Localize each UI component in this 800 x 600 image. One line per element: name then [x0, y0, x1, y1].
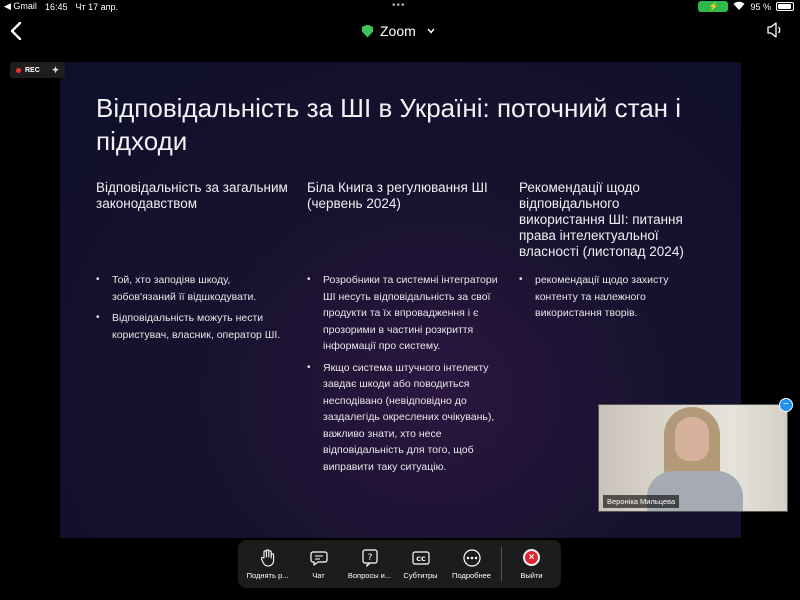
back-chevron-icon[interactable]	[10, 20, 22, 46]
chat-button[interactable]: Чат	[293, 542, 344, 586]
encryption-shield-icon	[362, 24, 373, 38]
bullet-list: рекомендації щодо захисту контенту та на…	[519, 272, 689, 327]
more-button[interactable]: Подробнее	[446, 542, 497, 586]
wifi-icon	[733, 1, 745, 12]
toolbar-divider	[501, 547, 502, 581]
raise-hand-label: Поднять р...	[246, 570, 289, 580]
qa-label: Вопросы и...	[347, 570, 392, 580]
leave-meeting-button[interactable]: × Выйти	[506, 542, 557, 586]
list-item: Якщо система штучного інтелекту завдає ш…	[307, 360, 507, 476]
back-to-app-link[interactable]: ◀ Gmail	[4, 1, 37, 12]
clock: 16:45	[44, 1, 68, 12]
meeting-info-button[interactable]: Zoom	[362, 23, 435, 39]
leave-x-icon: ×	[522, 549, 540, 566]
recording-badge: REC ✦	[10, 62, 66, 78]
recording-label: REC	[25, 66, 40, 74]
hand-icon	[259, 548, 277, 567]
closed-captions-icon: CC	[411, 549, 430, 567]
date: Чт 17 апр.	[75, 1, 118, 12]
column-heading: Відповідальність за загальним законодавс…	[96, 180, 288, 211]
more-dots-icon	[462, 548, 481, 567]
list-item: Той, хто заподіяв шкоду, зобов'язаний її…	[96, 272, 296, 305]
slide-column-recommendations: Рекомендації щодо відповідального викори…	[519, 180, 709, 319]
column-heading: Рекомендації щодо відповідального викори…	[519, 180, 684, 259]
app-title: Zoom	[380, 23, 416, 39]
slide-title: Відповідальність за ШІ в Україні: поточн…	[96, 93, 682, 156]
question-icon: ?	[361, 548, 379, 567]
minimize-video-icon[interactable]: −	[779, 398, 793, 412]
battery-icon	[776, 2, 794, 11]
bullet-list: Той, хто заподіяв шкоду, зобов'язаний її…	[96, 272, 296, 348]
slide-column-white-book: Біла Книга з регулювання ШІ (червень 202…	[307, 180, 507, 473]
column-heading: Біла Книга з регулювання ШІ (червень 202…	[307, 180, 488, 211]
list-item: Відповідальність можуть нести користувач…	[96, 310, 296, 343]
multitasking-dots-icon[interactable]: •••	[392, 1, 406, 11]
recording-dot-icon	[16, 67, 21, 73]
chat-bubble-icon	[309, 549, 328, 567]
list-item: Розробники та системні інтегратори ШІ не…	[307, 272, 507, 355]
speaker-icon[interactable]	[766, 22, 784, 43]
ai-sparkle-icon[interactable]: ✦	[52, 65, 60, 76]
list-item: рекомендації щодо захисту контенту та на…	[519, 272, 689, 322]
bullet-list: Розробники та системні інтегратори ШІ не…	[307, 272, 507, 480]
slide-column-general-law: Відповідальність за загальним законодавс…	[96, 180, 296, 341]
more-label: Подробнее	[452, 570, 491, 580]
captions-button[interactable]: CC Субтитры	[395, 542, 446, 586]
svg-text:CC: CC	[416, 555, 426, 563]
battery-percent: 95 %	[750, 1, 771, 12]
participant-video-tile[interactable]: Вероніка Мильцева	[598, 404, 788, 512]
status-bar: ◀ Gmail 16:45 Чт 17 апр. ••• ⚡ 95 %	[0, 0, 800, 14]
leave-label: Выйти	[520, 570, 543, 580]
chat-label: Чат	[312, 570, 325, 580]
charging-icon: ⚡	[698, 1, 729, 12]
captions-label: Субтитры	[403, 570, 438, 580]
meeting-toolbar: Поднять р... Чат ? Вопросы и... CC Субти…	[238, 540, 561, 588]
qa-button[interactable]: ? Вопросы и...	[344, 542, 395, 586]
participant-name: Вероніка Мильцева	[603, 495, 680, 508]
svg-text:?: ?	[367, 553, 372, 563]
chevron-down-icon	[427, 26, 435, 37]
raise-hand-button[interactable]: Поднять р...	[242, 542, 293, 586]
meeting-top-bar: Zoom	[0, 16, 800, 50]
